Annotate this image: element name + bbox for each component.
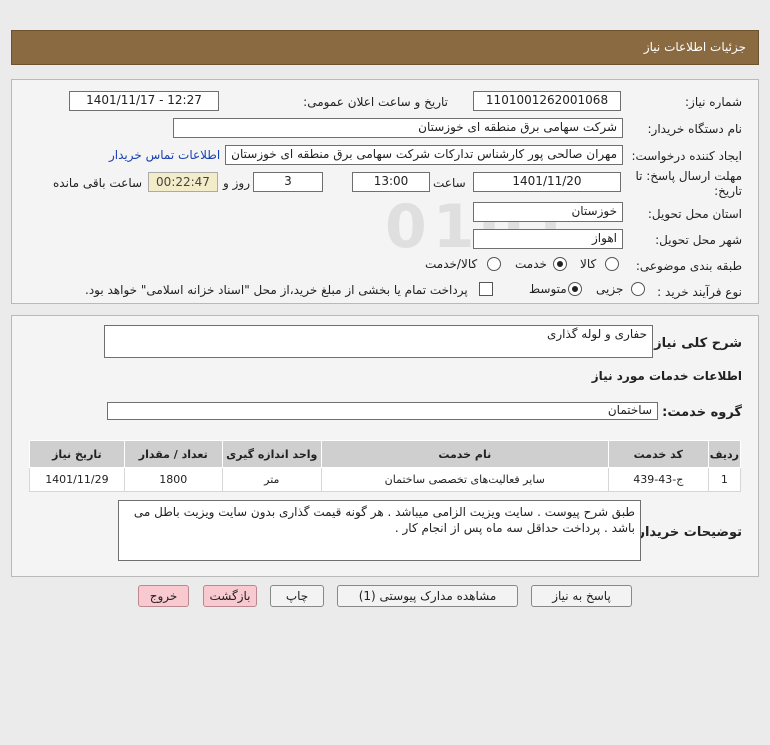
table-header-row: ردیف کد خدمت نام خدمت واحد اندازه گیری ت…: [29, 440, 742, 468]
col-unit: واحد اندازه گیری: [221, 440, 322, 468]
cell-date: 1401/11/29: [29, 467, 125, 492]
category-option-goods: کالا: [580, 257, 597, 271]
announce-field: 1401/11/17 - 12:27: [69, 91, 219, 111]
city-field: اهواز: [473, 229, 623, 249]
attachments-button[interactable]: مشاهده مدارک پیوستی (1): [337, 585, 518, 607]
process-radio-medium[interactable]: [568, 282, 582, 296]
cell-unit: متر: [221, 467, 322, 492]
page-title: جزئیات اطلاعات نیاز: [643, 40, 746, 54]
category-radio-service[interactable]: [553, 257, 567, 271]
creator-field: مهران صالحی پور کارشناس تداركات شرکت سها…: [225, 145, 623, 165]
cell-code: ج-43-439: [607, 467, 709, 492]
buyer-org-field: شرکت سهامی برق منطقه ای خوزستان: [173, 118, 623, 138]
col-name: نام خدمت: [320, 440, 609, 468]
deadline-label: مهلت ارسال پاسخ: تا: [635, 169, 742, 183]
back-button[interactable]: بازگشت: [203, 585, 257, 607]
services-table: ردیف کد خدمت نام خدمت واحد اندازه گیری ت…: [29, 440, 742, 492]
need-number-label: شماره نیاز:: [685, 95, 742, 109]
cell-row: 1: [707, 467, 742, 492]
days-label: روز و: [223, 176, 250, 190]
contact-buyer-link[interactable]: اطلاعات تماس خریدار: [109, 148, 220, 162]
col-date: تاریخ نیاز: [29, 440, 125, 468]
col-qty: تعداد / مقدار: [123, 440, 223, 468]
buyer-notes-label: توضیحات خریدار:: [632, 525, 742, 540]
buyer-org-label: نام دستگاه خریدار:: [647, 122, 743, 136]
summary-label: شرح کلی نیاز:: [648, 336, 742, 351]
group-field: ساختمان: [107, 402, 658, 420]
table-row: 1 ج-43-439 سایر فعالیت‌های تخصصی ساختمان…: [29, 467, 742, 492]
buyer-notes-field: طبق شرح پیوست . سایت ویزیت الزامی میباشد…: [118, 500, 641, 561]
page-header: جزئیات اطلاعات نیاز: [11, 30, 759, 65]
province-label: استان محل تحویل:: [647, 207, 742, 221]
treasury-checkbox[interactable]: [479, 282, 493, 296]
deadline-time-field: 13:00: [352, 172, 430, 192]
remaining-label: ساعت باقی مانده: [53, 176, 143, 190]
process-label: نوع فرآیند خرید :: [657, 285, 742, 299]
city-label: شهر محل تحویل:: [655, 233, 742, 247]
col-code: کد خدمت: [607, 440, 709, 468]
print-button[interactable]: چاپ: [270, 585, 324, 607]
category-radio-both[interactable]: [487, 257, 501, 271]
category-label: طبقه بندی موضوعی:: [635, 259, 742, 273]
exit-button[interactable]: خروج: [138, 585, 189, 607]
treasury-note: پرداخت تمام یا بخشی از مبلغ خرید،از محل …: [85, 283, 468, 297]
services-heading: اطلاعات خدمات مورد نیاز: [591, 369, 742, 383]
creator-label: ایجاد کننده درخواست:: [631, 149, 742, 163]
group-label: گروه خدمت:: [662, 405, 742, 420]
process-option-minor: جزیی: [596, 282, 624, 296]
remaining-timer: 00:22:47: [148, 172, 218, 192]
province-field: خوزستان: [473, 202, 623, 222]
process-radio-minor[interactable]: [631, 282, 645, 296]
need-number-field: 1101001262001068: [473, 91, 621, 111]
cell-qty: 1800: [123, 467, 223, 492]
cell-name: سایر فعالیت‌های تخصصی ساختمان: [320, 467, 609, 492]
reply-button[interactable]: پاسخ به نیاز: [531, 585, 632, 607]
process-option-medium: متوسط: [529, 282, 567, 296]
col-row: ردیف: [707, 440, 742, 468]
summary-field: حفاری و لوله گذاری: [104, 325, 653, 358]
time-label: ساعت: [433, 176, 466, 190]
days-field: 3: [253, 172, 323, 192]
category-radio-goods[interactable]: [605, 257, 619, 271]
category-option-service: خدمت: [515, 257, 547, 271]
deadline-label-2: تاریخ:: [714, 184, 742, 198]
deadline-date-field: 1401/11/20: [473, 172, 621, 192]
announce-label: تاریخ و ساعت اعلان عمومی:: [303, 95, 448, 109]
category-option-both: کالا/خدمت: [425, 257, 478, 271]
